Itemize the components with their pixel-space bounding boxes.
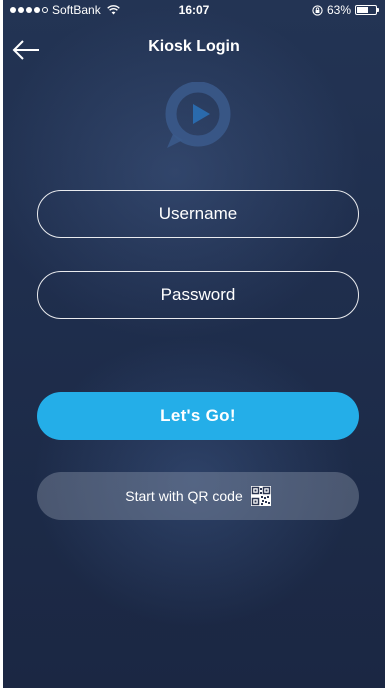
- page-title: Kiosk Login: [148, 38, 240, 55]
- lets-go-label: Let's Go!: [160, 406, 236, 425]
- battery-fill: [357, 7, 368, 13]
- username-input[interactable]: [37, 190, 359, 238]
- nav-bar: Kiosk Login: [3, 24, 385, 68]
- password-input[interactable]: [37, 271, 359, 319]
- qr-code-label: Start with QR code: [125, 488, 243, 504]
- status-right: 63%: [312, 3, 379, 17]
- orientation-lock-icon: [312, 4, 323, 16]
- qr-code-icon: [250, 486, 271, 506]
- lets-go-button[interactable]: Let's Go!: [37, 392, 359, 440]
- kiosk-login-screen: SoftBank 16:07 63% Kiosk Login Username …: [3, 0, 385, 688]
- play-chat-bubble-logo: [165, 82, 231, 148]
- status-bar: SoftBank 16:07 63%: [3, 0, 385, 20]
- battery-percent: 63%: [326, 3, 351, 17]
- battery-icon: [355, 5, 379, 15]
- qr-code-button[interactable]: Start with QR code: [37, 472, 359, 520]
